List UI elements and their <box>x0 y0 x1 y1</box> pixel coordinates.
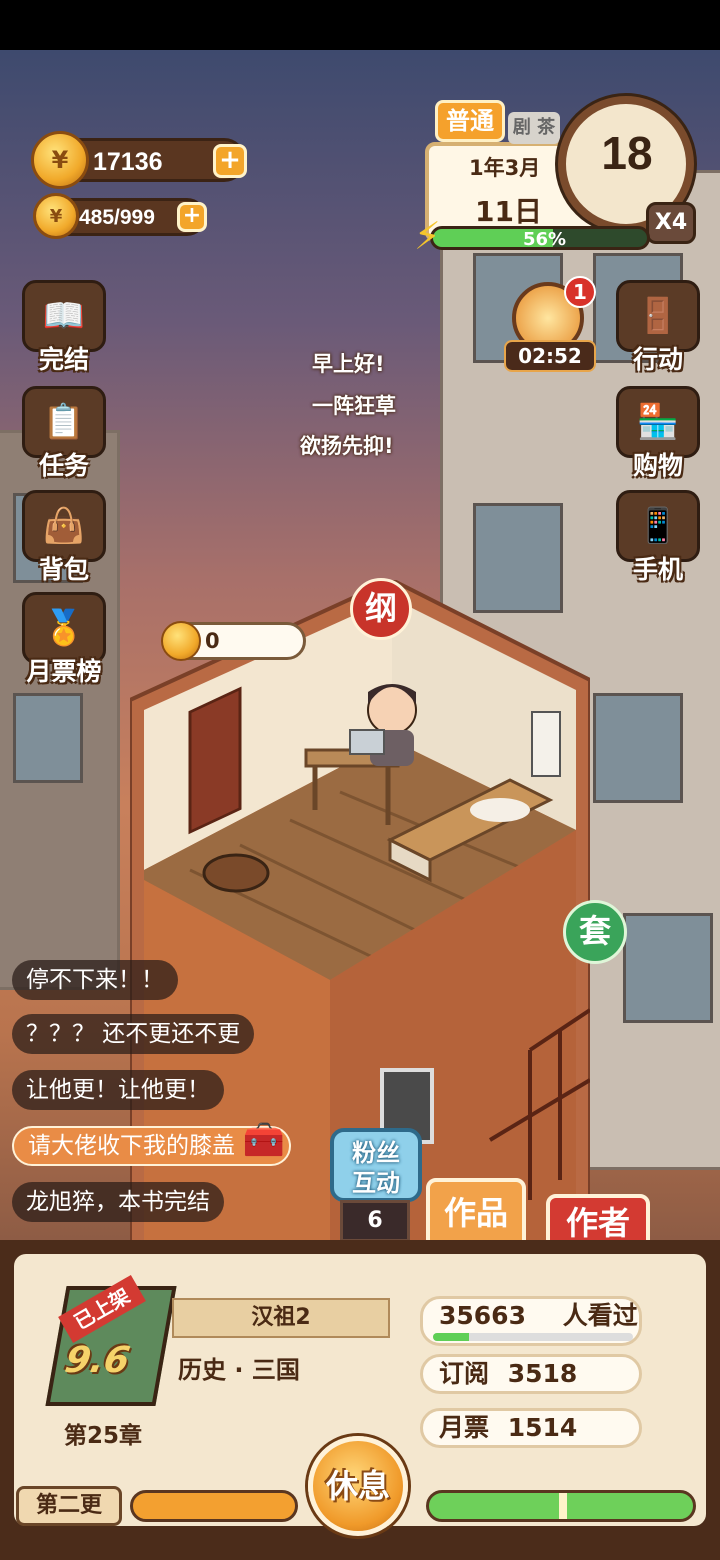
menu-tasks-label: 任务 <box>38 451 89 480</box>
coin-value: 17136 <box>93 148 163 176</box>
tab-works[interactable]: 作品 <box>426 1178 526 1248</box>
idea-value: 485/999 <box>79 206 155 229</box>
subscriptions-label: 订阅 <box>439 1359 490 1388</box>
menu-shop[interactable]: 🏪 购物 <box>612 386 704 480</box>
dialog-line-3: 欲扬先抑! <box>300 434 394 458</box>
book-rating: 9.6 <box>61 1340 133 1381</box>
fan-interaction-label-2: 互动 <box>352 1169 400 1197</box>
book-genre: 历史 · 三国 <box>178 1356 300 1384</box>
dialog-line-2: 一阵狂草 <box>312 394 396 418</box>
chapter-label: 第25章 <box>64 1423 143 1449</box>
readers-progress <box>433 1333 633 1341</box>
comment-bubble: 龙旭猝，本书完结 <box>12 1182 224 1222</box>
coin-count: 0 <box>205 629 220 653</box>
progress-marker <box>559 1493 567 1519</box>
monthly-tickets-label: 月票 <box>439 1413 490 1442</box>
menu-phone-label: 手机 <box>632 555 683 584</box>
comment-bubble: ？？？ 还不更还不更 <box>12 1014 255 1054</box>
stamina-percent: 56% <box>523 229 567 250</box>
menu-finished-label: 完结 <box>38 345 89 374</box>
difficulty-tag: 普通 <box>435 100 505 142</box>
notification-badge: 1 <box>564 276 596 308</box>
lightning-icon: ⚡ <box>414 214 441 258</box>
event-timer: 02:52 <box>504 340 596 372</box>
rest-progress-bar <box>426 1490 696 1522</box>
outline-badge[interactable]: 纲 <box>350 578 412 640</box>
room-income-bubble[interactable]: 0 <box>161 621 306 661</box>
monthly-tickets-value: 1514 <box>507 1413 578 1442</box>
comment-text: 请大佬收下我的膝盖 <box>28 1133 235 1159</box>
day-label: 11日 <box>475 195 542 228</box>
update-label: 第二更 <box>16 1486 122 1526</box>
yuan-coin-icon: ¥ <box>31 131 89 189</box>
building-window <box>13 693 83 783</box>
readers-stat: 35663 人看过 <box>420 1296 642 1346</box>
treasure-chest-icon: 🧰 <box>242 1120 285 1160</box>
menu-phone[interactable]: 📱 手机 <box>612 490 704 584</box>
menu-monthly-ranking[interactable]: 🏅 月票榜 <box>18 592 110 686</box>
hour-label: 18 <box>601 127 653 179</box>
speed-toggle[interactable]: X4 <box>646 202 696 244</box>
update-progress-bar <box>130 1490 298 1522</box>
set-badge[interactable]: 套 <box>563 900 627 964</box>
menu-bag-label: 背包 <box>38 555 89 584</box>
add-ideas-button[interactable]: + <box>177 202 207 232</box>
coin-icon <box>161 621 201 661</box>
comment-bubble: 停不下来！！ <box>12 960 178 1000</box>
building-window <box>593 693 683 803</box>
month-label: 1年3月 <box>469 156 541 180</box>
menu-bag[interactable]: 👜 背包 <box>18 490 110 584</box>
readers-label: 人看过 <box>562 1301 638 1330</box>
lightbulb-icon: ¥ <box>33 193 79 239</box>
menu-tasks[interactable]: 📋 任务 <box>18 386 110 480</box>
book-title: 汉祖2 <box>172 1298 390 1338</box>
comment-bubble-highlight: 请大佬收下我的膝盖 🧰 <box>12 1122 291 1166</box>
menu-action[interactable]: 🚪 行动 <box>612 280 704 374</box>
comment-bubble: 让他更！让他更！ <box>12 1070 224 1110</box>
stamina-bar: 56% <box>430 226 650 250</box>
status-bar <box>0 0 720 50</box>
coin-balance: ¥ 17136 + <box>31 131 247 189</box>
menu-ranking-label: 月票榜 <box>26 657 102 686</box>
dialog-line-1: 早上好! <box>312 352 385 376</box>
subscriptions-value: 3518 <box>507 1359 578 1388</box>
idea-balance: ¥ 485/999 + <box>33 193 207 239</box>
menu-finished[interactable]: 📖 完结 <box>18 280 110 374</box>
rest-button[interactable]: 休息 <box>308 1436 408 1536</box>
readers-value: 35663 <box>439 1301 526 1330</box>
subscriptions-stat: 订阅 3518 <box>420 1354 642 1394</box>
building-window <box>623 913 713 1023</box>
partial-sign: 剧 茶 <box>508 112 560 144</box>
fan-interaction-button[interactable]: 粉丝 互动 <box>330 1128 422 1202</box>
readers-progress-fill <box>433 1333 469 1341</box>
monthly-tickets-stat: 月票 1514 <box>420 1408 642 1448</box>
menu-action-label: 行动 <box>632 345 683 374</box>
fan-count: 6 <box>340 1200 410 1242</box>
fan-interaction-label-1: 粉丝 <box>352 1139 400 1167</box>
menu-shop-label: 购物 <box>632 451 683 480</box>
add-coins-button[interactable]: + <box>213 144 247 178</box>
